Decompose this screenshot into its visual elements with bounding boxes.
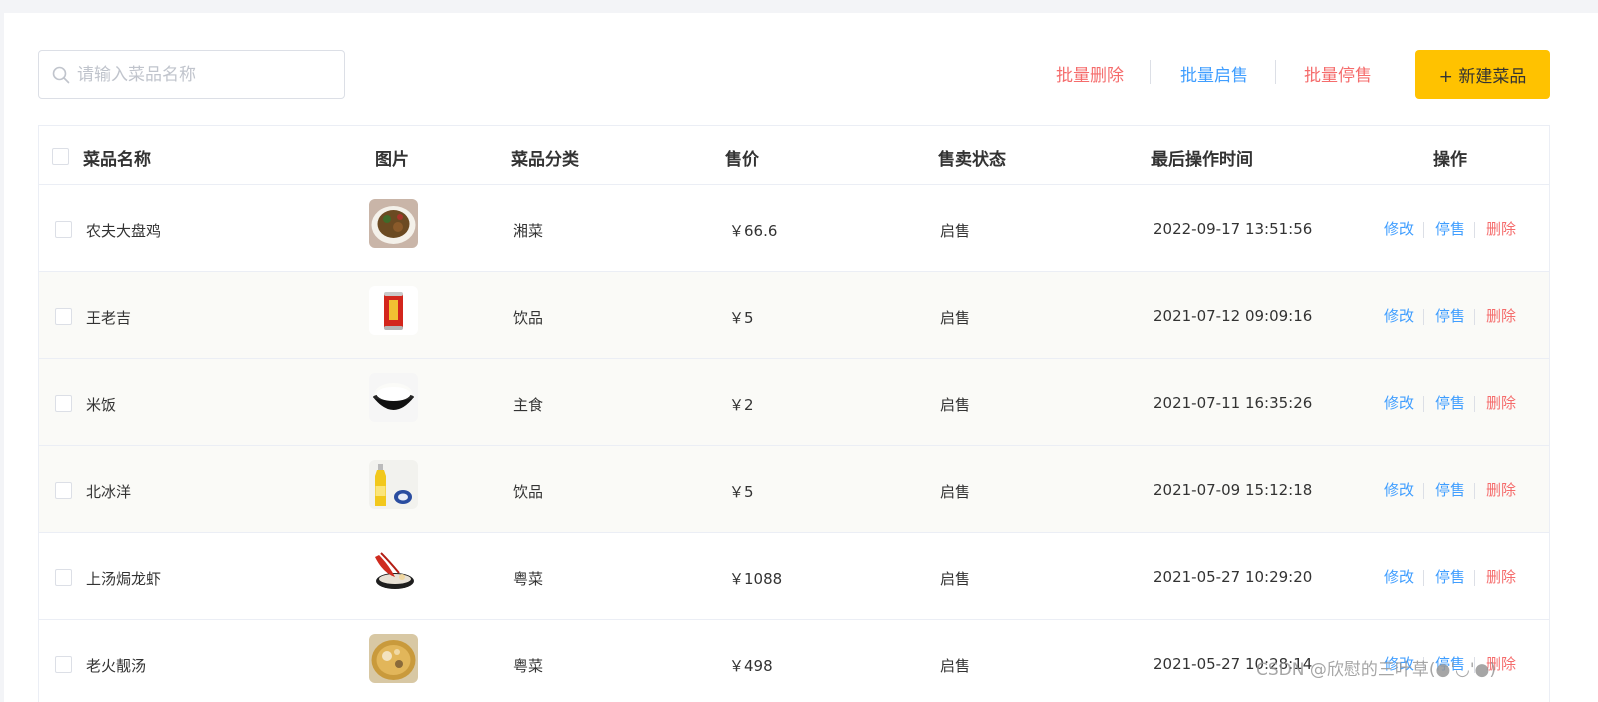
delete-button[interactable]: 删除: [1486, 566, 1516, 587]
batch-disable-button[interactable]: 批量停售: [1304, 61, 1372, 86]
row-checkbox[interactable]: [55, 308, 72, 325]
row-checkbox[interactable]: [55, 221, 72, 238]
action-divider: [1423, 222, 1424, 238]
action-divider: [1423, 309, 1424, 325]
disable-button[interactable]: 停售: [1435, 305, 1465, 326]
search-icon: [52, 66, 70, 84]
dish-price: ￥1088: [729, 570, 783, 588]
column-header-updated-time: 最后操作时间: [1151, 150, 1253, 170]
dish-status: 启售: [940, 657, 971, 675]
dish-status: 启售: [940, 396, 971, 414]
table-row: 米饭 主食 ￥2 启售 2021-07-11 16:35:26 修改 停售 删除: [39, 359, 1549, 446]
row-checkbox[interactable]: [55, 569, 72, 586]
search-input[interactable]: [77, 61, 339, 89]
edit-button[interactable]: 修改: [1384, 566, 1414, 587]
dish-price: ￥2: [729, 396, 754, 414]
delete-button[interactable]: 删除: [1486, 392, 1516, 413]
rice-bowl-photo: [369, 373, 418, 422]
table-row: 上汤焗龙虾 粤菜 ￥1088 启售 2021-05-27 10:29:20 修改…: [39, 533, 1549, 620]
dish-updated-time: 2021-05-27 10:29:20: [1153, 568, 1313, 586]
dish-status: 启售: [940, 570, 971, 588]
dish-price: ￥66.6: [729, 222, 778, 240]
dish-category: 饮品: [513, 309, 544, 327]
dish-price: ￥5: [729, 309, 754, 327]
disable-button[interactable]: 停售: [1435, 218, 1465, 239]
wanglaoji-can-photo: [369, 286, 418, 335]
dish-table: 菜品名称 图片 菜品分类 售价 售卖状态 最后操作时间 操作 农夫大盘鸡 湘菜 …: [38, 125, 1550, 702]
dish-price: ￥5: [729, 483, 754, 501]
column-header-name: 菜品名称: [83, 150, 151, 170]
dish-updated-time: 2021-07-12 09:09:16: [1153, 307, 1313, 325]
edit-button[interactable]: 修改: [1384, 392, 1414, 413]
dish-name: 北冰洋: [86, 483, 132, 501]
dish-category: 饮品: [513, 483, 544, 501]
lobster-photo: [369, 547, 418, 596]
table-row: 北冰洋 饮品 ￥5 启售 2021-07-09 15:12:18 修改 停售 删…: [39, 446, 1549, 533]
row-checkbox[interactable]: [55, 482, 72, 499]
content-panel: 批量删除 批量启售 批量停售 + 新建菜品 菜品名称 图片 菜品分类 售价 售卖…: [4, 13, 1598, 702]
action-divider: [1474, 309, 1475, 325]
row-checkbox[interactable]: [55, 656, 72, 673]
dish-updated-time: 2022-09-17 13:51:56: [1153, 220, 1313, 238]
dish-name: 农夫大盘鸡: [86, 222, 162, 240]
dish-status: 启售: [940, 483, 971, 501]
soup-photo: [369, 634, 418, 683]
dish-name: 米饭: [86, 396, 117, 414]
edit-button[interactable]: 修改: [1384, 218, 1414, 239]
action-divider: [1474, 396, 1475, 412]
dish-updated-time: 2021-07-11 16:35:26: [1153, 394, 1313, 412]
action-divider: [1423, 483, 1424, 499]
dish-category: 粤菜: [513, 657, 544, 675]
delete-button[interactable]: 删除: [1486, 479, 1516, 500]
dish-category: 湘菜: [513, 222, 544, 240]
delete-button[interactable]: 删除: [1486, 305, 1516, 326]
edit-button[interactable]: 修改: [1384, 479, 1414, 500]
table-row: 农夫大盘鸡 湘菜 ￥66.6 启售 2022-09-17 13:51:56 修改…: [39, 185, 1549, 272]
action-divider: [1474, 222, 1475, 238]
watermark-text: CSDN @欣慰的三叶草(●'◡'●): [1256, 660, 1496, 680]
column-header-category: 菜品分类: [511, 150, 579, 170]
column-header-price: 售价: [725, 150, 759, 170]
edit-button[interactable]: 修改: [1384, 305, 1414, 326]
dish-updated-time: 2021-07-09 15:12:18: [1153, 481, 1313, 499]
row-checkbox[interactable]: [55, 395, 72, 412]
dish-category: 主食: [513, 396, 544, 414]
table-header: 菜品名称 图片 菜品分类 售价 售卖状态 最后操作时间 操作: [39, 126, 1549, 185]
beibingyang-bottle-photo: [369, 460, 418, 509]
disable-button[interactable]: 停售: [1435, 479, 1465, 500]
select-all-checkbox[interactable]: [52, 148, 69, 165]
dish-status: 启售: [940, 222, 971, 240]
action-divider: [1423, 396, 1424, 412]
dish-category: 粤菜: [513, 570, 544, 588]
batch-delete-button[interactable]: 批量删除: [1056, 61, 1124, 86]
delete-button[interactable]: 删除: [1486, 218, 1516, 239]
column-header-actions: 操作: [1433, 150, 1467, 170]
column-header-status: 售卖状态: [938, 150, 1006, 170]
new-dish-button[interactable]: + 新建菜品: [1415, 50, 1550, 99]
disable-button[interactable]: 停售: [1435, 566, 1465, 587]
dish-price: ￥498: [729, 657, 773, 675]
dish-status: 启售: [940, 309, 971, 327]
dapanji-photo: [369, 199, 418, 248]
dish-name: 上汤焗龙虾: [86, 570, 162, 588]
search-box[interactable]: [38, 50, 345, 99]
dish-name: 王老吉: [86, 309, 132, 327]
batch-enable-button[interactable]: 批量启售: [1180, 61, 1248, 86]
column-header-image: 图片: [375, 150, 409, 170]
action-divider: [1474, 570, 1475, 586]
action-divider: [1423, 570, 1424, 586]
disable-button[interactable]: 停售: [1435, 392, 1465, 413]
toolbar-divider: [1150, 60, 1151, 84]
toolbar-divider: [1275, 60, 1276, 84]
dish-name: 老火靓汤: [86, 657, 147, 675]
action-divider: [1474, 483, 1475, 499]
table-row: 王老吉 饮品 ￥5 启售 2021-07-12 09:09:16 修改 停售 删…: [39, 272, 1549, 359]
